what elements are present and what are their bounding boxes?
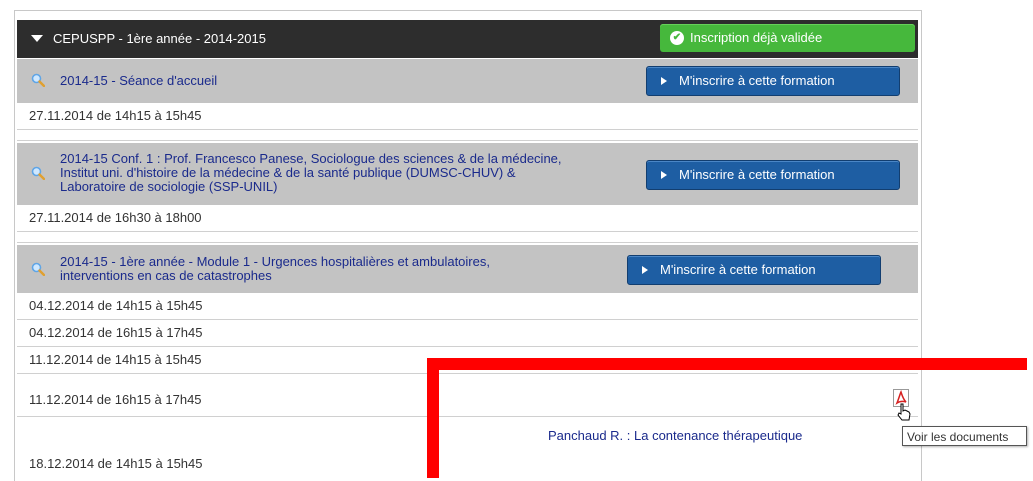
course-title-line: 2014-15 - 1ère année - Module 1 - Urgenc…: [60, 254, 490, 269]
play-arrow-icon: [661, 77, 667, 85]
chevron-down-icon[interactable]: [31, 35, 43, 42]
course-title[interactable]: 2014-15 - 1ère année - Module 1 - Urgenc…: [60, 255, 490, 283]
course-title-line: Institut uni. d'histoire de la médecine …: [60, 165, 516, 180]
row-divider: [17, 232, 918, 243]
enroll-button-label: M'inscrire à cette formation: [679, 167, 835, 182]
session-date: 27.11.2014 de 16h30 à 18h00: [29, 210, 202, 225]
document-title[interactable]: Panchaud R. : La contenance thérapeutiqu…: [548, 428, 802, 443]
course-title-line: 2014-15 Conf. 1 : Prof. Francesco Panese…: [60, 151, 562, 166]
row-divider: [17, 130, 918, 141]
session-date: 11.12.2014 de 14h15 à 15h45: [29, 352, 202, 367]
course-title[interactable]: 2014-15 Conf. 1 : Prof. Francesco Panese…: [60, 152, 562, 194]
play-arrow-icon: [661, 171, 667, 179]
session-row: 04.12.2014 de 16h15 à 17h45: [17, 320, 918, 347]
status-label: Inscription déjà validée: [690, 30, 823, 45]
hand-cursor-icon: [897, 403, 911, 421]
enroll-button[interactable]: M'inscrire à cette formation: [646, 160, 900, 190]
enroll-button[interactable]: M'inscrire à cette formation: [627, 255, 881, 285]
course-title-line: interventions en cas de catastrophes: [60, 268, 272, 283]
highlight-box: [427, 358, 1027, 478]
search-icon[interactable]: [31, 73, 45, 87]
session-date: 04.12.2014 de 16h15 à 17h45: [29, 325, 203, 340]
session-row: 27.11.2014 de 14h15 à 15h45: [17, 103, 918, 130]
enroll-button-label: M'inscrire à cette formation: [660, 262, 816, 277]
program-title: CEPUSPP - 1ère année - 2014-2015: [53, 31, 266, 46]
tooltip: Voir les documents: [902, 426, 1027, 446]
session-date: 18.12.2014 de 14h15 à 15h45: [29, 456, 203, 471]
course-title-line: Laboratoire de sociologie (SSP-UNIL): [60, 179, 278, 194]
check-circle-icon: ✔: [670, 31, 684, 45]
enroll-button[interactable]: M'inscrire à cette formation: [646, 66, 900, 96]
search-icon[interactable]: [31, 262, 45, 276]
session-row: 27.11.2014 de 16h30 à 18h00: [17, 205, 918, 232]
session-row: 04.12.2014 de 14h15 à 15h45: [17, 293, 918, 320]
search-icon[interactable]: [31, 166, 45, 180]
enrollment-validated-badge: ✔ Inscription déjà validée: [660, 24, 915, 52]
session-date: 27.11.2014 de 14h15 à 15h45: [29, 108, 202, 123]
session-date: 11.12.2014 de 16h15 à 17h45: [29, 392, 202, 407]
enroll-button-label: M'inscrire à cette formation: [679, 73, 835, 88]
session-date: 04.12.2014 de 14h15 à 15h45: [29, 298, 203, 313]
play-arrow-icon: [642, 266, 648, 274]
course-title[interactable]: 2014-15 - Séance d'accueil: [60, 74, 217, 88]
